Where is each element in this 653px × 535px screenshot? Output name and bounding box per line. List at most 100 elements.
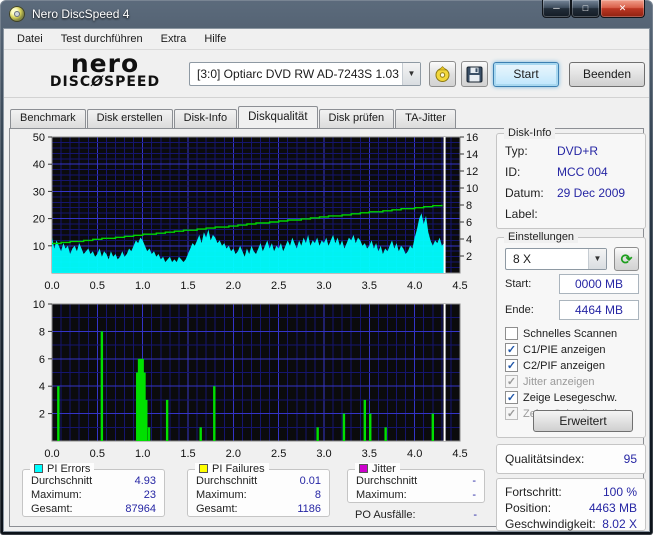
pi-errors-chart: 10 20 30 40 50 2 4 6 8 10 12 14 16 0.0 0.5 1.0 1.5 2.0 2.5… [33,132,479,292]
title-bar[interactable]: Nero DiscSpeed 4 ─ □ ✕ [0,0,653,28]
svg-text:0.5: 0.5 [90,448,105,460]
menu-extra[interactable]: Extra [152,30,196,48]
settings-group: Einstellungen 8 X ▼ ⟳ Start: Ende: Schne… [496,231,646,438]
svg-text:12: 12 [466,166,478,178]
disk-info-label: Typ: [505,144,528,158]
minimize-button[interactable]: ─ [542,0,571,18]
stats-label: Maximum: [31,489,82,501]
checkbox-icon[interactable]: ✓ [505,359,518,372]
checkbox-icon[interactable]: ✓ [505,343,518,356]
checkbox-schnelles-scannen[interactable]: Schnelles Scannen [505,326,641,341]
progress-row: Position: 4463 MB [505,501,637,517]
stats-group-title: PI Failures [195,463,269,475]
drive-select[interactable]: [3:0] Optiarc DVD RW AD-7243S 1.03 ▼ [189,62,421,86]
svg-text:4.0: 4.0 [407,448,422,460]
tab-diskqualit-t[interactable]: Diskqualität [238,106,318,128]
svg-text:0.0: 0.0 [44,280,59,292]
svg-text:2: 2 [39,409,45,421]
po-failures-row: PO Ausfälle: - [355,509,477,525]
quit-button[interactable]: Beenden [569,62,645,87]
checkbox-icon[interactable] [505,327,518,340]
disk-info-label: Label: [505,207,538,221]
disk-info-value: 29 Dec 2009 [557,186,626,200]
checkbox-label: Jitter anzeigen [523,375,595,388]
checkbox-zeige-lesegeschw[interactable]: ✓ Zeige Lesegeschw. [505,390,641,405]
refresh-button[interactable]: ⟳ [614,247,639,271]
quality-index-value: 95 [623,452,637,466]
advanced-button[interactable]: Erweitert [533,410,633,432]
menu-bar: Datei Test durchführen Extra Hilfe [4,29,649,50]
stats-label: Durchschnitt [31,475,93,487]
menu-test-durchf-hren[interactable]: Test durchführen [52,30,152,48]
progress-row: Geschwindigkeit: 8.02 X [505,517,637,533]
stats-value: 23 [143,489,156,501]
menu-datei[interactable]: Datei [8,30,52,48]
svg-text:30: 30 [33,186,45,198]
checkbox-icon[interactable]: ✓ [505,391,518,404]
stats-row: Gesamt: 1186 [196,503,321,519]
svg-text:3.5: 3.5 [362,448,377,460]
save-button[interactable] [461,61,488,87]
checkbox-icon[interactable]: ✓ [505,407,518,420]
eject-disc-button[interactable] [429,61,456,87]
stats-value: 8 [314,489,321,501]
progress-value: 100 % [602,485,637,499]
disk-info-value: DVD+R [557,144,599,158]
tab-disk-erstellen[interactable]: Disk erstellen [86,109,173,128]
maximize-button[interactable]: □ [571,0,600,18]
tab-ta-jitter[interactable]: TA-Jitter [395,109,456,128]
checkbox-c1-pie-anzeigen[interactable]: ✓ C1/PIE anzeigen [505,342,641,357]
stats-value: - [472,475,476,487]
menu-hilfe[interactable]: Hilfe [195,30,235,48]
client-area: Datei Test durchführen Extra Hilfe nero DIS… [3,28,650,532]
stats-group-pi-errors: PI Errors Durchschnitt 4.93 Maximum: 23 Gesam… [22,463,165,519]
checkbox-jitter-anzeigen[interactable]: ✓ Jitter anzeigen [505,374,641,389]
checkbox-icon[interactable]: ✓ [505,375,518,388]
disk-info-group: Disk-Info Typ: DVD+R ID: MCC 004 Datum: 29 De… [496,127,646,229]
tab-benchmark[interactable]: Benchmark [10,109,86,128]
speed-select[interactable]: 8 X ▼ [505,248,607,270]
svg-text:3.5: 3.5 [362,280,377,292]
chevron-down-icon[interactable]: ▼ [402,63,420,85]
stats-row: Gesamt: 87964 [31,503,156,519]
stats-value: - [472,489,476,501]
stats-group-jitter: Jitter Durchschnitt - Maximum: - [347,463,485,503]
svg-text:2: 2 [466,251,472,263]
progress-label: Position: [505,501,552,515]
refresh-icon: ⟳ [620,251,633,267]
window-controls: ─ □ ✕ [542,0,645,18]
stats-label: Maximum: [196,489,247,501]
close-button[interactable]: ✕ [600,0,645,18]
svg-text:0.0: 0.0 [44,448,59,460]
stats-group-title: PI Errors [30,463,95,475]
stats-group-title: Jitter [355,463,400,475]
start-button[interactable]: Start [493,62,559,87]
end-position-input[interactable] [559,300,639,320]
disk-info-label: Datum: [505,186,544,200]
nero-discspeed-logo: nero DISCØSPEED [30,51,180,89]
svg-text:10: 10 [33,241,45,253]
svg-text:8: 8 [39,326,45,338]
app-window: Nero DiscSpeed 4 ─ □ ✕ Datei Test durchfü… [0,0,653,535]
checkbox-c2-pif-anzeigen[interactable]: ✓ C2/PIF anzeigen [505,358,641,373]
disk-info-row: Datum: 29 Dec 2009 [505,186,637,202]
svg-text:2.0: 2.0 [226,280,241,292]
end-position-label: Ende: [505,304,534,316]
stats-label: Durchschnitt [356,475,418,487]
svg-text:14: 14 [466,149,478,161]
drive-select-value: [3:0] Optiarc DVD RW AD-7243S 1.03 [197,67,399,81]
tab-disk-info[interactable]: Disk-Info [173,109,238,128]
progress-value: 4463 MB [588,501,637,515]
progress-label: Geschwindigkeit: [505,517,596,531]
stats-value: 87964 [125,503,156,515]
checkbox-label: C2/PIF anzeigen [523,359,605,372]
speed-select-value: 8 X [513,252,532,266]
stats-value: 4.93 [134,475,156,487]
disk-info-row: ID: MCC 004 [505,165,637,181]
start-position-input[interactable] [559,274,639,294]
chevron-down-icon[interactable]: ▼ [588,249,606,269]
svg-text:1.5: 1.5 [180,280,195,292]
svg-text:2.5: 2.5 [271,280,286,292]
tab-disk-pr-fen[interactable]: Disk prüfen [318,109,395,128]
svg-text:4.0: 4.0 [407,280,422,292]
